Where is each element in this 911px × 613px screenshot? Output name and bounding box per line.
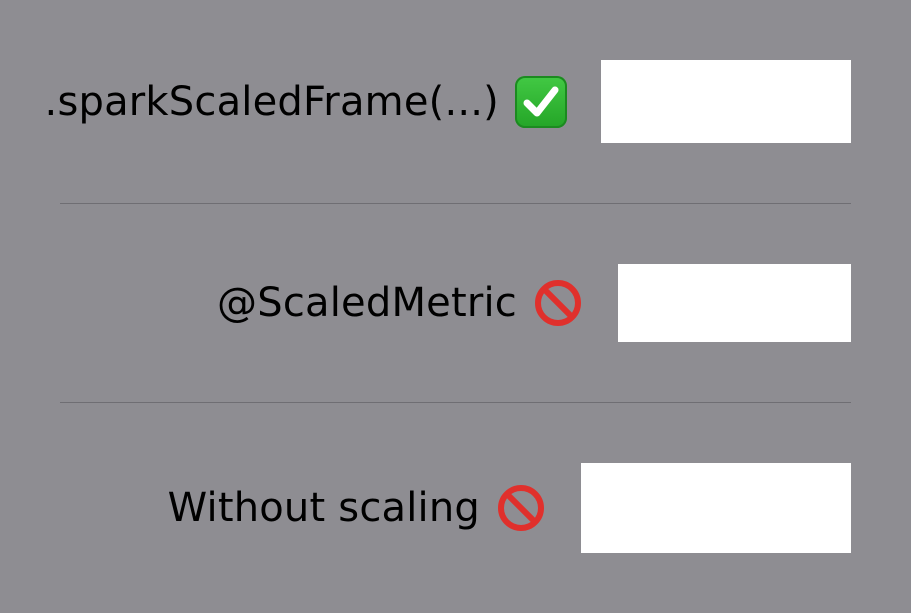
prohibited-icon xyxy=(533,278,583,328)
row-label: @ScaledMetric xyxy=(217,264,583,342)
divider xyxy=(60,203,851,204)
row-label-text: .sparkScaledFrame(...) xyxy=(44,78,499,125)
scaled-frame-box xyxy=(601,60,851,143)
unscaled-box xyxy=(581,463,851,553)
row-scaled-metric: @ScaledMetric xyxy=(0,264,911,342)
row-without-scaling: Without scaling xyxy=(0,463,911,553)
row-label: .sparkScaledFrame(...) xyxy=(45,60,567,143)
scaled-metric-box xyxy=(618,264,851,342)
divider xyxy=(60,402,851,403)
row-label: Without scaling xyxy=(168,463,546,553)
check-icon xyxy=(515,75,567,128)
row-spark-scaled-frame: .sparkScaledFrame(...) xyxy=(0,60,911,143)
row-label-text: @ScaledMetric xyxy=(217,280,517,326)
prohibited-icon xyxy=(496,483,546,533)
scaling-comparison-screen: { "rows": [ { "label": ".sparkScaledFram… xyxy=(0,0,911,613)
row-label-text: Without scaling xyxy=(167,485,480,531)
